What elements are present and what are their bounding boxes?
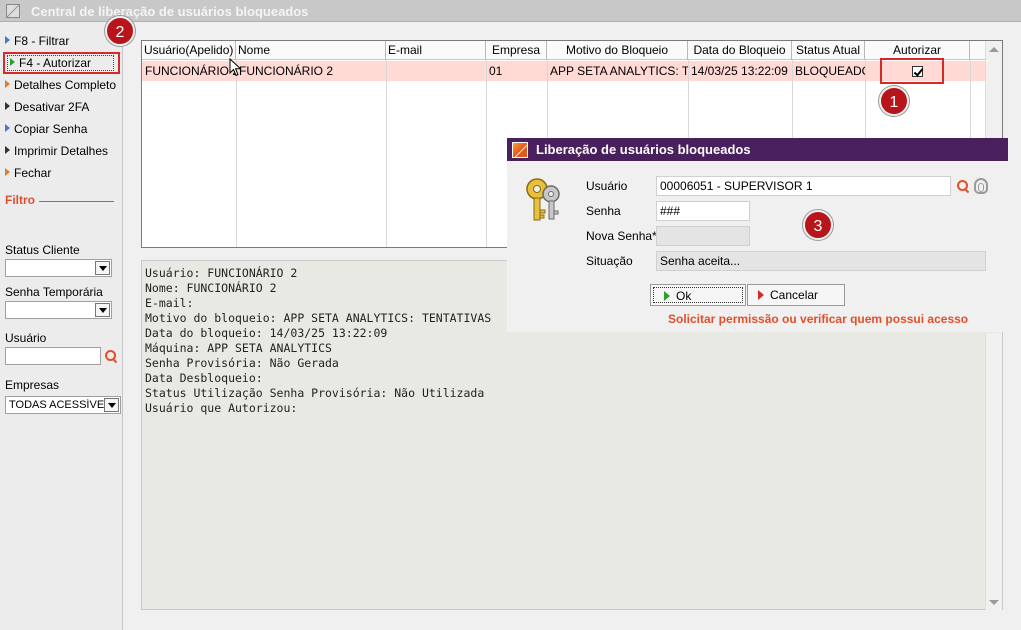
menu-imprimir-detalhes[interactable]: Imprimir Detalhes [5,142,108,160]
window-title: Central de liberação de usuários bloquea… [31,4,309,19]
col-data[interactable]: Data do Bloqueio [688,41,792,60]
app-logo-icon [512,142,528,158]
step-badge-3: 3 [803,210,833,240]
checkbox-highlight [880,58,944,84]
filter-divider [39,201,114,202]
memo-scrollbar[interactable] [985,333,1002,610]
situacao-field: Senha aceita... [656,251,986,271]
ok-button[interactable]: Ok [650,284,746,306]
play-icon [5,168,10,176]
menu-detalhes-completo[interactable]: Detalhes Completo [5,76,116,94]
dialog-header: Liberação de usuários bloqueados [507,138,1008,161]
app-icon [6,4,20,18]
search-icon[interactable] [104,349,118,363]
usuario-field[interactable]: 00006051 - SUPERVISOR 1 [656,176,951,196]
col-status[interactable]: Status Atual [792,41,865,60]
detail-line: Data Desbloqueio: [145,371,263,385]
cell-motivo: APP SETA ANALYTICS: TENTATIVAS [550,64,688,78]
step-badge-1: 1 [879,86,909,116]
cell-nome: FUNCIONÁRIO 2 [239,64,334,78]
scroll-up-icon[interactable] [989,47,999,52]
play-icon [5,146,10,154]
detail-line: Motivo do bloqueio: APP SETA ANALYTICS: … [145,311,492,325]
filter-section-title: Filtro [5,193,35,207]
cell-data: 14/03/25 13:22:09 [691,64,788,78]
cell-empresa: 01 [489,64,503,78]
detail-line: Status Utilização Senha Provisória: Não … [145,386,485,400]
play-icon [10,58,15,66]
keys-icon [526,178,560,221]
play-icon [664,291,670,301]
table-header: Usuário(Apelido) Nome E-mail Empresa Mot… [142,41,987,60]
permission-note: Solicitar permissão ou verificar quem po… [668,312,969,326]
col-usuario[interactable]: Usuário(Apelido) [142,41,236,60]
empresas-select[interactable]: TODAS ACESSÍVEIS [5,396,121,414]
cell-email [386,61,486,81]
play-icon [5,124,10,132]
step-badge-2: 2 [105,16,135,46]
col-email[interactable]: E-mail [386,41,486,60]
empresas-label: Empresas [5,378,60,392]
play-icon [758,290,764,300]
detail-line: Senha Provisória: Não Gerada [145,356,339,370]
menu-autorizar[interactable]: F4 - Autorizar [3,52,120,74]
usuario-label: Usuário [586,179,628,193]
menu-copiar-senha[interactable]: Copiar Senha [5,120,87,138]
cell-usuario: FUNCIONÁRIO 2 [145,64,236,78]
detail-line: Usuário que Autorizou: [145,401,298,415]
mouse-cursor-icon [229,58,242,77]
chevron-down-icon[interactable] [104,398,119,412]
play-icon [5,80,10,88]
col-nome[interactable]: Nome [236,41,386,60]
col-motivo[interactable]: Motivo do Bloqueio [547,41,688,60]
play-icon [5,102,10,110]
window-titlebar: Central de liberação de usuários bloquea… [0,0,1021,22]
col-empresa[interactable]: Empresa [486,41,547,60]
usuario-filter-input[interactable] [5,347,101,365]
detail-line: Máquina: APP SETA ANALYTICS [145,341,332,355]
search-icon[interactable] [956,179,970,193]
detail-line: Usuário: FUNCIONÁRIO 2 [145,266,298,280]
senha-temporaria-select[interactable] [5,301,112,319]
nova-senha-field[interactable] [656,226,750,246]
senha-label: Senha [586,204,621,218]
fingerprint-icon[interactable] [974,178,988,194]
status-cliente-select[interactable] [5,259,112,277]
situacao-label: Situação [586,254,633,268]
scroll-down-icon[interactable] [989,600,999,605]
cancel-button[interactable]: Cancelar [747,284,845,306]
chevron-down-icon[interactable] [95,261,110,275]
status-cliente-label: Status Cliente [5,243,80,257]
dialog-title: Liberação de usuários bloqueados [536,142,751,157]
unlock-dialog: Liberação de usuários bloqueados Usuário… [507,138,1008,332]
cell-status: BLOQUEADO [795,64,865,78]
detail-line: Nome: FUNCIONÁRIO 2 [145,281,277,295]
menu-desativar-2fa[interactable]: Desativar 2FA [5,98,89,116]
sidebar: F8 - Filtrar F4 - Autorizar Detalhes Com… [0,22,123,630]
usuario-filter-label: Usuário [5,331,47,345]
chevron-down-icon[interactable] [95,303,110,317]
detail-line: Data do bloqueio: 14/03/25 13:22:09 [145,326,388,340]
menu-fechar[interactable]: Fechar [5,164,51,182]
play-icon [5,36,10,44]
senha-temporaria-label: Senha Temporária [5,285,103,299]
nova-senha-label: Nova Senha* [586,229,657,243]
senha-field[interactable]: ### [656,201,750,221]
detail-line: E-mail: [145,296,194,310]
menu-filtrar[interactable]: F8 - Filtrar [5,32,69,50]
